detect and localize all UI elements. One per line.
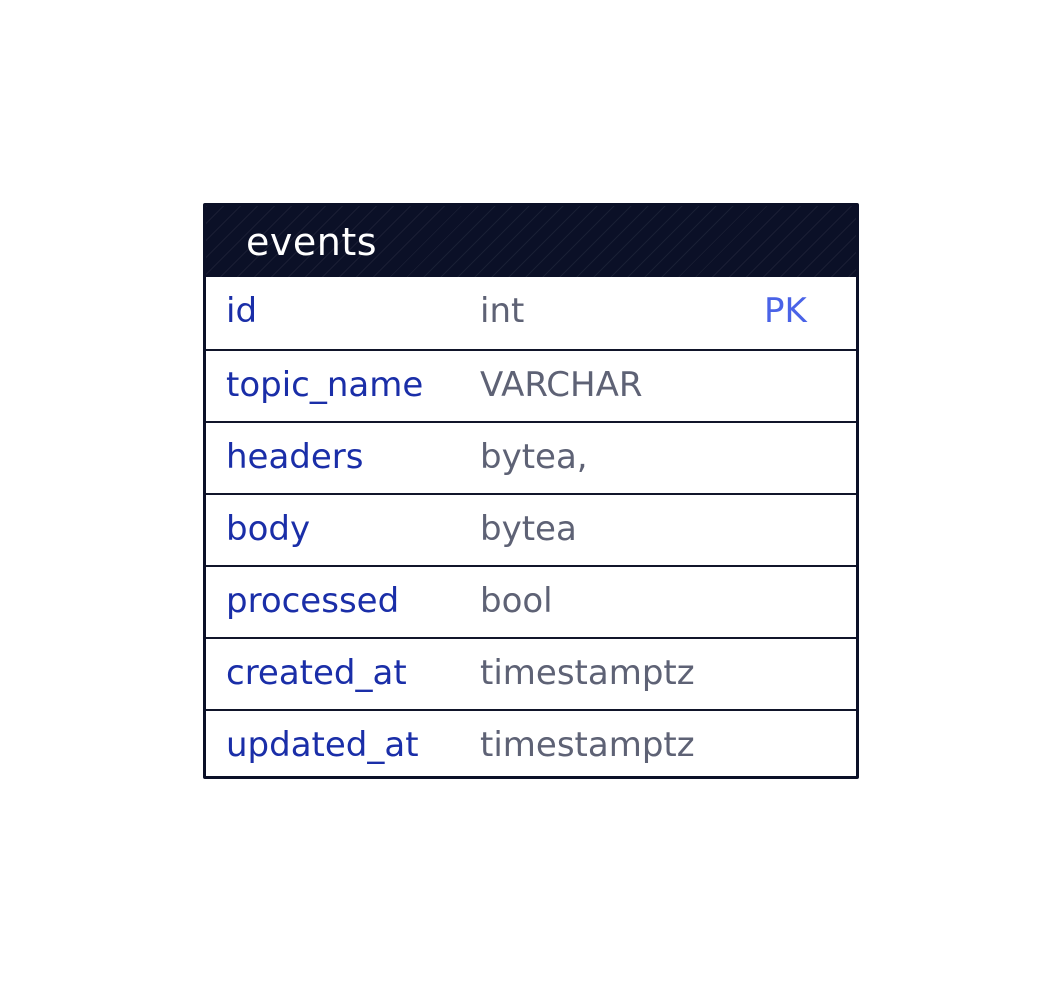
column-row-headers: headers bytea,	[206, 421, 856, 493]
column-name: processed	[226, 581, 400, 621]
column-row-updated-at: updated_at timestamptz	[206, 709, 856, 781]
entity-table-events: events id int PK topic_name VARCHAR head…	[203, 203, 859, 779]
column-name: id	[226, 291, 258, 331]
column-list: id int PK topic_name VARCHAR headers byt…	[206, 277, 856, 781]
column-type: int	[480, 291, 525, 331]
column-type: bytea,	[480, 437, 588, 477]
column-type: timestamptz	[480, 725, 695, 765]
column-row-id: id int PK	[206, 277, 856, 349]
column-name: updated_at	[226, 725, 419, 765]
column-row-topic-name: topic_name VARCHAR	[206, 349, 856, 421]
diagram-canvas: events id int PK topic_name VARCHAR head…	[0, 0, 1064, 984]
column-name: body	[226, 509, 311, 549]
column-name: headers	[226, 437, 364, 477]
column-row-created-at: created_at timestamptz	[206, 637, 856, 709]
table-header: events	[206, 206, 856, 277]
column-type: timestamptz	[480, 653, 695, 693]
column-row-body: body bytea	[206, 493, 856, 565]
column-type: bytea	[480, 509, 577, 549]
column-name: created_at	[226, 653, 407, 693]
column-name: topic_name	[226, 365, 424, 405]
table-title: events	[246, 220, 378, 264]
primary-key-badge: PK	[764, 291, 807, 331]
column-type: VARCHAR	[480, 365, 643, 405]
column-row-processed: processed bool	[206, 565, 856, 637]
column-type: bool	[480, 581, 553, 621]
